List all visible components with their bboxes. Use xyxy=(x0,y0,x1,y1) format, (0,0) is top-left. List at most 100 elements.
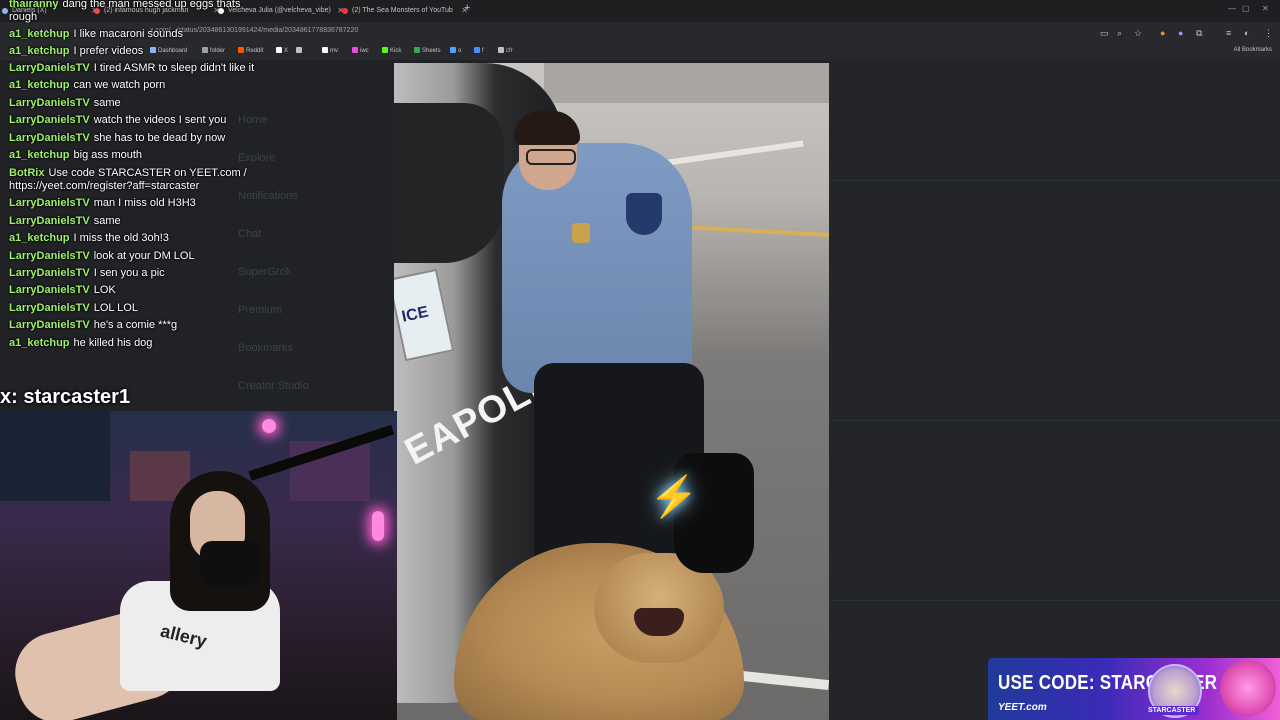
chat-text: LOL LOL xyxy=(93,302,138,314)
chat-text: rough xyxy=(9,11,38,23)
extensions-puzzle-icon[interactable]: ⧉ xyxy=(1196,28,1202,39)
more-icon[interactable]: ⋮ xyxy=(1264,28,1273,39)
chat-text: LOK xyxy=(93,284,116,296)
tab-label: (2) The Sea Monsters of YouTub xyxy=(352,7,453,14)
lightning-icon: ⚡ xyxy=(649,475,699,519)
menu-icon[interactable]: ≡ xyxy=(1226,28,1231,38)
cast-icon[interactable]: ▭ xyxy=(1100,28,1109,39)
chat-username: LarryDanielsTV xyxy=(9,114,90,126)
minimize-icon[interactable]: — xyxy=(1228,4,1236,13)
maximize-icon[interactable]: ▢ xyxy=(1242,4,1250,13)
chat-username: LarryDanielsTV xyxy=(9,284,90,296)
mascot-icon xyxy=(1220,660,1276,716)
webcam-feed: allery xyxy=(0,411,397,720)
chat-message: thairanny dang the man messed up eggs tha… xyxy=(9,0,240,11)
chat-message: LarryDanielsTV watch the videos I sent yo… xyxy=(9,114,226,127)
ghost-nav-bookmarks: Bookmarks xyxy=(238,342,294,354)
address-bar: ← → ↻ x.com/.../status/2034861301991424/… xyxy=(0,22,1280,44)
bookmark-item[interactable] xyxy=(296,47,304,54)
chat-text: I tired ASMR to sleep didn't like it xyxy=(93,62,255,74)
chat-message: LarryDanielsTV same xyxy=(9,97,121,110)
chat-username: BotRix xyxy=(9,167,45,179)
chat-username: LarryDanielsTV xyxy=(9,197,90,209)
chat-username: a1_ketchup xyxy=(9,79,70,91)
media-image[interactable]: ICE EAPOLIS ⚡ xyxy=(394,63,829,720)
yeet-logo: YEET.com xyxy=(998,702,1047,713)
bookmark-item[interactable]: cfr xyxy=(498,47,513,54)
all-bookmarks-button[interactable]: All Bookmarks xyxy=(1234,47,1272,53)
chat-text: Use code STARCASTER on YEET.com / xyxy=(48,167,247,179)
chat-text: I like macaroni sounds xyxy=(73,28,183,40)
bookmark-item[interactable]: Sheets xyxy=(414,47,441,54)
chat-text: I miss the old 3oh!3 xyxy=(73,232,169,244)
chat-link[interactable]: https://yeet.com/register?aff=starcaster xyxy=(9,180,199,192)
bookmark-item[interactable]: Dashboard xyxy=(150,47,187,54)
bookmark-icon xyxy=(352,47,358,53)
badge-icon xyxy=(572,223,590,243)
chat-message: BotRix Use code STARCASTER on YEET.com / xyxy=(9,167,247,180)
reply-panel-dim xyxy=(829,60,1280,720)
tab-favicon-icon xyxy=(2,8,8,14)
browser-tab-3[interactable]: (2) The Sea Monsters of YouTub ✕ xyxy=(340,3,470,19)
profile-icon[interactable]: ◐ xyxy=(1244,28,1249,38)
bookmark-item[interactable]: folder xyxy=(202,47,225,54)
chat-text: dang the man messed up eggs thats xyxy=(62,0,241,10)
chat-message: LarryDanielsTV I sen you a pic xyxy=(9,267,165,280)
promo-label: USE CODE: xyxy=(998,672,1095,694)
chat-username: thairanny xyxy=(9,0,59,10)
neon-light xyxy=(372,511,384,541)
car-window xyxy=(394,103,504,263)
tab-label: Velcheva Julia (@velcheva_vibe) xyxy=(228,7,331,14)
chat-username: LarryDanielsTV xyxy=(9,250,90,262)
reddit-icon xyxy=(238,47,244,53)
folder-icon xyxy=(202,47,208,53)
extension-icon[interactable]: ● xyxy=(1178,28,1183,38)
divider xyxy=(829,180,1280,181)
chat-username: LarryDanielsTV xyxy=(9,215,90,227)
star-icon[interactable]: ☆ xyxy=(1134,28,1142,39)
chat-text: she has to be dead by now xyxy=(93,132,226,144)
microphone xyxy=(200,541,260,586)
bookmark-item[interactable]: mv xyxy=(322,47,338,54)
new-tab-button[interactable]: + xyxy=(464,2,470,14)
background-door xyxy=(0,411,110,501)
promo-tag: STARCASTER xyxy=(1144,706,1200,715)
chat-message: LarryDanielsTV she has to be dead by now xyxy=(9,132,225,145)
chat-text: same xyxy=(93,215,121,227)
bookmark-item[interactable]: Kick xyxy=(382,47,401,54)
bookmark-icon xyxy=(474,47,480,53)
x-logo-icon xyxy=(276,47,282,53)
plate-text: ICE xyxy=(400,303,430,326)
kick-icon xyxy=(382,47,388,53)
bookmark-item[interactable]: X xyxy=(276,47,288,54)
chat-message: a1_ketchup I miss the old 3oh!3 xyxy=(9,232,169,245)
chat-username: LarryDanielsTV xyxy=(9,62,90,74)
chat-message: LarryDanielsTV I tired ASMR to sleep didn… xyxy=(9,62,254,75)
chat-text: I sen you a pic xyxy=(93,267,165,279)
chat-username: a1_ketchup xyxy=(9,232,70,244)
ghost-nav-home: Home xyxy=(238,114,268,126)
neon-light xyxy=(262,419,276,433)
bookmark-item[interactable]: f xyxy=(474,47,484,54)
chat-text: can we watch porn xyxy=(73,79,166,91)
chat-username: a1_ketchup xyxy=(9,45,70,57)
chat-username: LarryDanielsTV xyxy=(9,97,90,109)
zoom-icon[interactable]: ⌕ xyxy=(1117,28,1122,39)
chat-message: LarryDanielsTV look at your DM LOL xyxy=(9,250,195,263)
extension-icon[interactable]: ● xyxy=(1160,28,1165,38)
promo-banner: USE CODE: STARCASTER YEET.com STARCASTER xyxy=(988,658,1280,720)
youtube-icon xyxy=(342,8,348,14)
chat-text: watch the videos I sent you xyxy=(93,114,227,126)
chat-message: a1_ketchup big ass mouth xyxy=(9,149,142,162)
chat-username: LarryDanielsTV xyxy=(9,267,90,279)
close-window-icon[interactable]: ✕ xyxy=(1262,4,1269,13)
bookmark-item[interactable]: Reddit xyxy=(238,47,263,54)
chat-message: rough xyxy=(9,11,37,24)
chat-message: https://yeet.com/register?aff=starcaster xyxy=(9,180,199,193)
chat-message: LarryDanielsTV LOK xyxy=(9,284,116,297)
bookmark-icon xyxy=(322,47,328,53)
bookmark-item[interactable]: o xyxy=(450,47,461,54)
chat-message: LarryDanielsTV man I miss old H3H3 xyxy=(9,197,196,210)
bookmarks-bar: Dashboard folder Reddit X mv iwc Kick Sh… xyxy=(0,44,1280,60)
bookmark-item[interactable]: iwc xyxy=(352,47,369,54)
